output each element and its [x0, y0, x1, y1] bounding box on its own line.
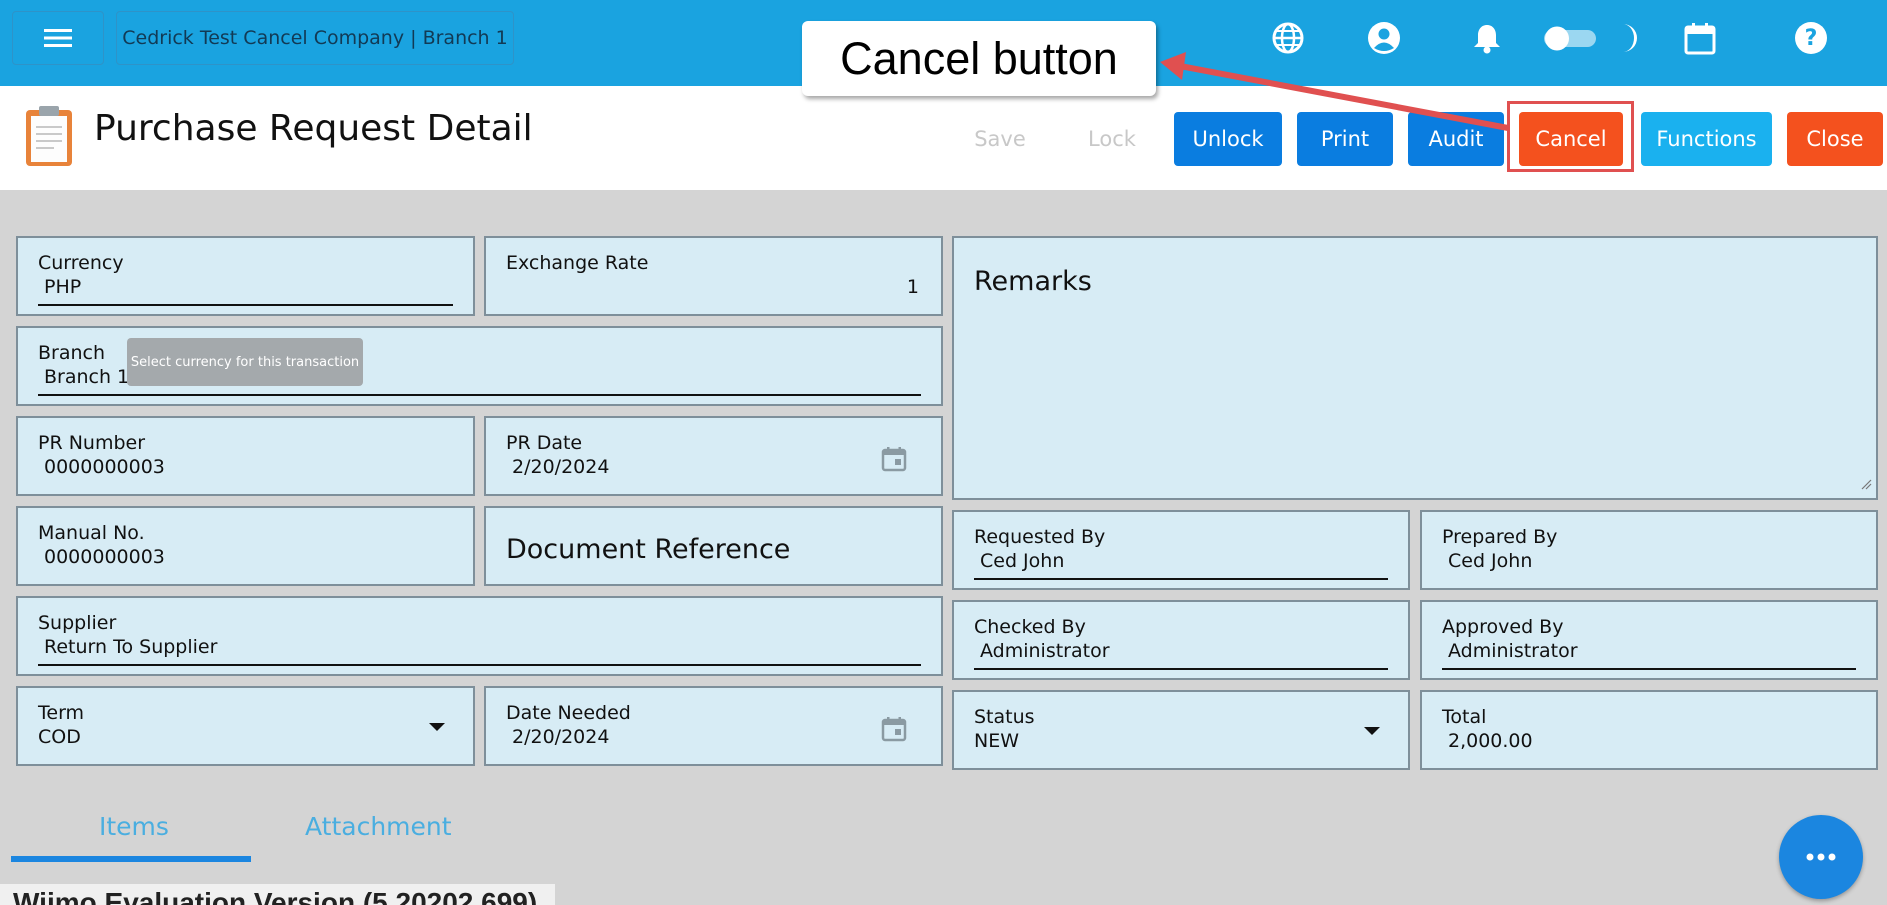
checked-by-field[interactable]: Checked By Administrator [952, 600, 1410, 680]
manual-no-value: 0000000003 [44, 546, 165, 568]
status-value: NEW [974, 730, 1020, 752]
more-dots-icon [1806, 853, 1836, 861]
pr-date-label: PR Date [506, 432, 583, 454]
active-tab-indicator [11, 856, 251, 862]
pr-date-field[interactable]: PR Date 2/20/2024 [484, 416, 943, 496]
approved-by-field[interactable]: Approved By Administrator [1420, 600, 1878, 680]
total-value: 2,000.00 [1448, 730, 1533, 752]
requested-by-label: Requested By [974, 526, 1106, 548]
save-button[interactable]: Save [954, 112, 1046, 166]
prepared-by-label: Prepared By [1442, 526, 1558, 548]
resize-handle-icon[interactable] [1860, 475, 1872, 494]
calendar-icon[interactable] [1680, 18, 1720, 58]
bell-icon[interactable] [1467, 18, 1507, 58]
account-icon[interactable] [1364, 18, 1404, 58]
supplier-label: Supplier [38, 612, 117, 634]
branch-value: Branch 1 [44, 366, 130, 388]
field-underline [38, 664, 921, 666]
company-branch-selector[interactable]: Cedrick Test Cancel Company | Branch 1 [116, 11, 514, 65]
date-needed-label: Date Needed [506, 702, 631, 724]
prepared-by-field[interactable]: Prepared By Ced John [1420, 510, 1878, 590]
pr-number-label: PR Number [38, 432, 146, 454]
checked-by-label: Checked By [974, 616, 1086, 638]
term-label: Term [38, 702, 85, 724]
term-dropdown[interactable]: Term COD [16, 686, 475, 766]
field-underline [1442, 668, 1856, 670]
wijmo-evaluation-banner: Wijmo Evaluation Version (5.20202.699) [0, 884, 555, 905]
cancel-highlight-frame [1507, 101, 1634, 172]
manual-no-label: Manual No. [38, 522, 145, 544]
field-underline [974, 578, 1388, 580]
field-underline [38, 304, 453, 306]
lock-button[interactable]: Lock [1066, 112, 1158, 166]
remarks-textarea[interactable]: Remarks [952, 236, 1878, 500]
help-icon[interactable]: ? [1791, 18, 1831, 58]
audit-button[interactable]: Audit [1408, 112, 1504, 166]
pr-number-value: 0000000003 [44, 456, 165, 478]
status-label: Status [974, 706, 1035, 728]
document-reference-label: Document Reference [506, 534, 791, 565]
supplier-field[interactable]: Supplier Return To Supplier [16, 596, 943, 676]
page-title: Purchase Request Detail [94, 108, 533, 149]
close-button[interactable]: Close [1787, 112, 1883, 166]
approved-by-label: Approved By [1442, 616, 1564, 638]
field-underline [38, 394, 921, 396]
annotation-callout: Cancel button [802, 21, 1156, 96]
unlock-button[interactable]: Unlock [1174, 112, 1282, 166]
clipboard-icon [22, 104, 76, 172]
approved-by-value: Administrator [1448, 640, 1578, 662]
total-field: Total 2,000.00 [1420, 690, 1878, 770]
requested-by-field[interactable]: Requested By Ced John [952, 510, 1410, 590]
document-reference-field[interactable]: Document Reference [484, 506, 943, 586]
date-needed-value: 2/20/2024 [512, 726, 610, 748]
tab-attachment[interactable]: Attachment [305, 812, 452, 841]
status-dropdown[interactable]: Status NEW [952, 690, 1410, 770]
currency-label: Currency [38, 252, 124, 274]
more-actions-fab[interactable] [1779, 815, 1863, 899]
menu-icon [44, 29, 72, 47]
manual-no-field[interactable]: Manual No. 0000000003 [16, 506, 475, 586]
field-underline [974, 668, 1388, 670]
chevron-down-icon[interactable] [1364, 727, 1380, 735]
globe-icon[interactable] [1268, 18, 1308, 58]
wijmo-evaluation-text: Wijmo Evaluation Version (5.20202.699) [13, 887, 538, 905]
calendar-icon[interactable] [881, 716, 907, 746]
remarks-label: Remarks [974, 266, 1092, 297]
currency-field[interactable]: Currency PHP [16, 236, 475, 316]
theme-toggle[interactable] [1542, 18, 1598, 58]
tab-items[interactable]: Items [99, 812, 169, 841]
exchange-rate-value: 1 [906, 276, 919, 298]
exchange-rate-label: Exchange Rate [506, 252, 649, 274]
print-button[interactable]: Print [1297, 112, 1393, 166]
date-needed-field[interactable]: Date Needed 2/20/2024 [484, 686, 943, 766]
currency-tooltip: Select currency for this transaction [127, 338, 363, 386]
branch-label: Branch [38, 342, 106, 364]
prepared-by-value: Ced John [1448, 550, 1533, 572]
term-value: COD [38, 726, 81, 748]
menu-button[interactable] [12, 11, 104, 65]
pr-number-field[interactable]: PR Number 0000000003 [16, 416, 475, 496]
svg-text:?: ? [1805, 26, 1818, 51]
exchange-rate-field[interactable]: Exchange Rate 1 [484, 236, 943, 316]
functions-button[interactable]: Functions [1641, 112, 1772, 166]
currency-value: PHP [44, 276, 82, 298]
requested-by-value: Ced John [980, 550, 1065, 572]
chevron-down-icon[interactable] [429, 723, 445, 731]
supplier-value: Return To Supplier [44, 636, 218, 658]
moon-icon [1608, 18, 1648, 58]
pr-date-value: 2/20/2024 [512, 456, 610, 478]
total-label: Total [1442, 706, 1487, 728]
calendar-icon[interactable] [881, 446, 907, 476]
checked-by-value: Administrator [980, 640, 1110, 662]
